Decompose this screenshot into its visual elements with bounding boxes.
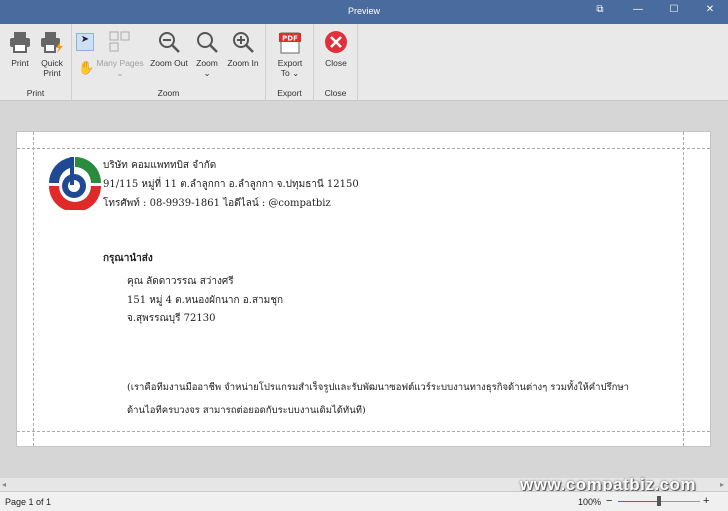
recipient-address: 151 หมู่ 4 ต.หนองผักนาก อ.สามชุก	[127, 295, 284, 306]
scroll-right-icon[interactable]: ▸	[720, 480, 724, 489]
ribbon: Print Quick Print Print ➤ ✋ Many Pages ⌄…	[0, 24, 728, 101]
chevron-down-icon: ⌄	[116, 68, 124, 78]
note-line-2: ด้านไอทีครบวงจร สามารถต่อยอดกับระบบงานเด…	[127, 405, 366, 416]
recipient-province: จ.สุพรรณบุรี 72130	[127, 313, 216, 324]
document-page: บริษัท คอมแพททบิส จำกัด 91/115 หมู่ที่ 1…	[16, 131, 711, 447]
group-label-close: Close	[324, 88, 347, 98]
page-indicator: Page 1 of 1	[5, 497, 52, 507]
close-window-button[interactable]: ✕	[702, 4, 718, 18]
cursor-arrow-icon: ➤	[80, 34, 90, 45]
export-group: PDF Export To ⌄ Export	[266, 24, 314, 101]
print-button[interactable]: Print	[4, 30, 36, 68]
zoom-in-label: Zoom In	[227, 58, 259, 68]
many-pages-label: Many Pages	[96, 58, 144, 68]
company-address: 91/115 หมู่ที่ 11 ต.ลำลูกกา อ.ลำลูกกา จ.…	[103, 179, 359, 190]
print-group: Print Quick Print Print	[0, 24, 72, 101]
minimize-button[interactable]: —	[630, 4, 646, 18]
group-label-zoom: Zoom	[157, 88, 180, 98]
zoom-out-button[interactable]: Zoom Out	[148, 30, 190, 68]
maximize-button[interactable]: ☐	[666, 4, 682, 18]
zoom-in-icon	[233, 32, 254, 53]
zoom-group: ➤ ✋ Many Pages ⌄ Zoom Out Zoom ⌄ Zoom In…	[72, 24, 266, 101]
zoom-percent: 100%	[578, 497, 602, 507]
zoom-label: Zoom	[196, 58, 218, 68]
group-label-export: Export	[277, 88, 302, 98]
close-label: Close	[325, 58, 347, 68]
margin-line-left	[33, 132, 34, 446]
quick-print-icon	[41, 32, 63, 53]
close-preview-button[interactable]: Close	[318, 30, 354, 68]
zoom-out-label: Zoom Out	[150, 58, 188, 68]
hand-tool-icon[interactable]: ✋	[78, 60, 94, 76]
zoom-slider[interactable]	[618, 496, 700, 506]
margin-line-top	[17, 148, 710, 149]
margin-line-right	[683, 132, 684, 446]
zoom-in-button[interactable]: Zoom In	[224, 30, 262, 68]
group-label-print: Print	[26, 88, 45, 98]
zoom-button[interactable]: Zoom ⌄	[192, 30, 222, 78]
zoom-plus-button[interactable]: +	[703, 495, 709, 507]
status-bar: Page 1 of 1 100% − +	[0, 491, 728, 511]
quick-print-label-2: Print	[43, 68, 61, 78]
zoom-slider-fill	[618, 501, 658, 502]
restore-layout-button[interactable]: ⧉	[592, 4, 608, 18]
chevron-down-icon: ⌄	[292, 68, 300, 78]
note-line-1: (เราคือทีมงานมืออาชีพ จำหน่ายโปรแกรมสำเร…	[127, 382, 629, 393]
pdf-icon: PDF	[279, 32, 301, 54]
window-title: Preview	[347, 6, 380, 16]
pdf-label: PDF	[282, 35, 298, 43]
scroll-left-icon[interactable]: ◂	[2, 480, 6, 489]
printer-icon	[10, 32, 30, 53]
export-label-1: Export	[277, 58, 303, 68]
deliver-to-label: กรุณานำส่ง	[103, 253, 153, 264]
close-group: Close Close	[314, 24, 358, 101]
print-label: Print	[11, 58, 29, 68]
export-to-button[interactable]: PDF Export To ⌄	[272, 30, 308, 78]
chevron-down-icon: ⌄	[203, 68, 211, 78]
many-pages-icon	[109, 31, 130, 52]
quick-print-button[interactable]: Quick Print	[36, 30, 68, 78]
zoom-out-icon	[159, 32, 180, 53]
quick-print-label-1: Quick	[41, 58, 63, 68]
zoom-slider-thumb[interactable]	[657, 496, 661, 506]
export-label-2: To	[280, 68, 290, 78]
magnifier-icon	[197, 32, 218, 53]
company-name: บริษัท คอมแพททบิส จำกัด	[103, 160, 217, 171]
many-pages-button[interactable]: Many Pages ⌄	[94, 30, 146, 78]
company-logo	[49, 157, 101, 210]
pointer-tool-button[interactable]: ➤	[76, 33, 94, 51]
zoom-minus-button[interactable]: −	[606, 495, 612, 507]
title-bar: Preview ⧉ — ☐ ✕	[0, 0, 728, 24]
margin-line-bottom	[17, 431, 710, 432]
company-phone: โทรศัพท์ : 08-9939-1861 ไอดีไลน์ : @comp…	[103, 198, 331, 209]
recipient-name: คุณ ลัดดาวรรณ สว่างศรี	[127, 276, 234, 287]
close-circle-icon	[325, 31, 347, 53]
